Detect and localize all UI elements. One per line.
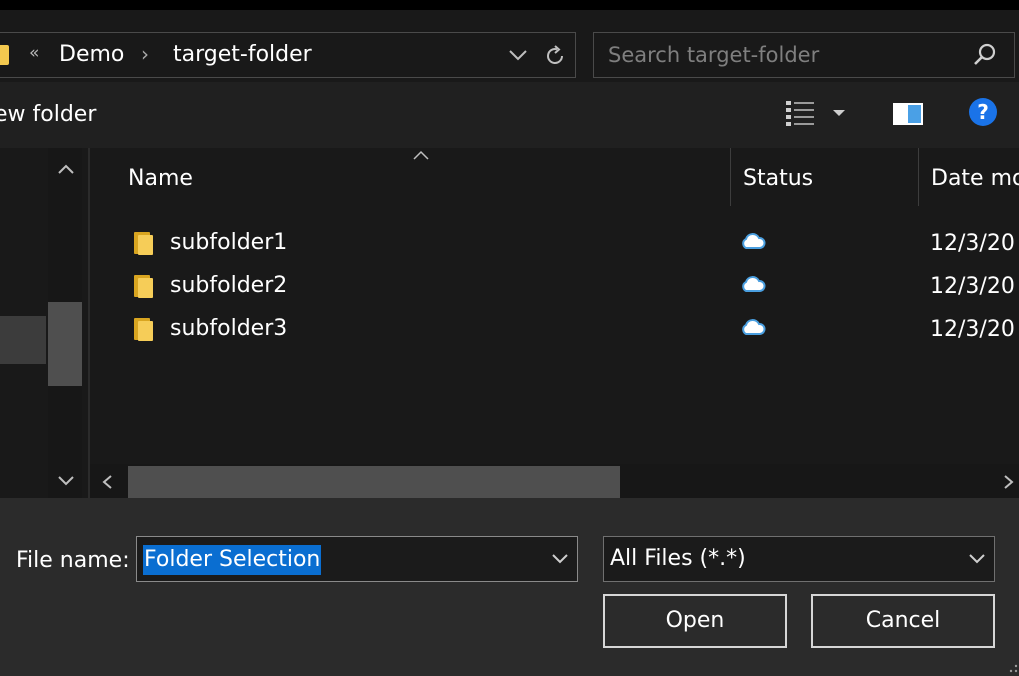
cloud-icon xyxy=(742,233,766,249)
folder-icon xyxy=(134,232,153,255)
chevron-down-icon[interactable] xyxy=(507,45,529,65)
navigation-item-selected[interactable] xyxy=(0,316,46,364)
file-row[interactable]: subfolder3 12/3/20 xyxy=(90,308,1019,350)
file-date: 12/3/20 xyxy=(930,231,1015,256)
navigation-pane xyxy=(0,148,88,498)
folder-icon xyxy=(134,318,153,341)
file-date: 12/3/20 xyxy=(930,317,1015,342)
help-icon[interactable]: ? xyxy=(968,97,998,127)
refresh-icon[interactable] xyxy=(543,44,567,68)
file-date: 12/3/20 xyxy=(930,274,1015,299)
column-label-status: Status xyxy=(743,166,814,191)
search-placeholder: Search target-folder xyxy=(608,43,820,67)
title-bar xyxy=(0,0,1019,10)
column-label-name: Name xyxy=(128,166,193,191)
address-area: « Demo › target-folder Search target-fol… xyxy=(0,10,1019,82)
column-header-status[interactable]: Status xyxy=(730,148,918,206)
horizontal-scrollbar-thumb[interactable] xyxy=(128,466,620,498)
more-options-icon[interactable] xyxy=(832,108,846,118)
chevron-right-icon[interactable] xyxy=(1002,474,1016,490)
breadcrumb-demo[interactable]: Demo xyxy=(59,42,124,67)
file-type-value: All Files (*.*) xyxy=(610,546,746,571)
folder-icon xyxy=(0,45,9,65)
file-name: subfolder2 xyxy=(170,273,288,298)
file-name-label: File name: xyxy=(16,548,130,573)
breadcrumb-target-folder[interactable]: target-folder xyxy=(173,42,312,67)
chevron-left-icon[interactable] xyxy=(100,474,114,490)
cloud-icon xyxy=(742,319,766,335)
address-bar[interactable]: « Demo › target-folder xyxy=(0,32,576,78)
column-header-name[interactable]: Name xyxy=(90,148,730,206)
breadcrumb-overflow-button[interactable]: « xyxy=(29,43,39,63)
cancel-button[interactable]: Cancel xyxy=(811,594,995,648)
file-row[interactable]: subfolder1 12/3/20 xyxy=(90,222,1019,264)
chevron-down-icon[interactable] xyxy=(56,474,76,488)
open-button[interactable]: Open xyxy=(603,594,787,648)
sort-ascending-icon xyxy=(413,150,429,160)
file-name-field[interactable]: Folder Selection xyxy=(136,536,578,582)
new-folder-button[interactable]: ew folder xyxy=(0,102,96,127)
column-label-date: Date mo xyxy=(931,166,1019,191)
chevron-up-icon[interactable] xyxy=(56,162,76,176)
navigation-scrollbar-thumb[interactable] xyxy=(48,302,82,386)
search-input[interactable]: Search target-folder xyxy=(593,32,1015,78)
file-name-value[interactable]: Folder Selection xyxy=(143,545,322,575)
file-type-select[interactable]: All Files (*.*) xyxy=(603,536,995,582)
cloud-icon xyxy=(742,276,766,292)
file-list: Name Status Date mo subfolder1 12/3/20 s… xyxy=(90,148,1019,498)
svg-text:?: ? xyxy=(977,100,989,124)
chevron-down-icon[interactable] xyxy=(551,553,569,565)
chevron-down-icon[interactable] xyxy=(968,553,986,565)
resize-grip-icon[interactable] xyxy=(1008,658,1019,674)
file-name: subfolder1 xyxy=(170,230,288,255)
file-row[interactable]: subfolder2 12/3/20 xyxy=(90,265,1019,307)
column-header-date-modified[interactable]: Date mo xyxy=(918,148,1019,206)
change-view-icon[interactable] xyxy=(786,100,816,126)
preview-pane-icon[interactable] xyxy=(892,102,924,126)
command-bar: ew folder ? xyxy=(0,82,1019,148)
file-name: subfolder3 xyxy=(170,316,288,341)
dialog-footer: File name: Folder Selection All Files (*… xyxy=(0,498,1019,676)
horizontal-scrollbar[interactable] xyxy=(90,464,1019,498)
folder-icon xyxy=(134,275,153,298)
search-icon[interactable] xyxy=(972,42,998,68)
breadcrumb-separator[interactable]: › xyxy=(141,42,149,66)
